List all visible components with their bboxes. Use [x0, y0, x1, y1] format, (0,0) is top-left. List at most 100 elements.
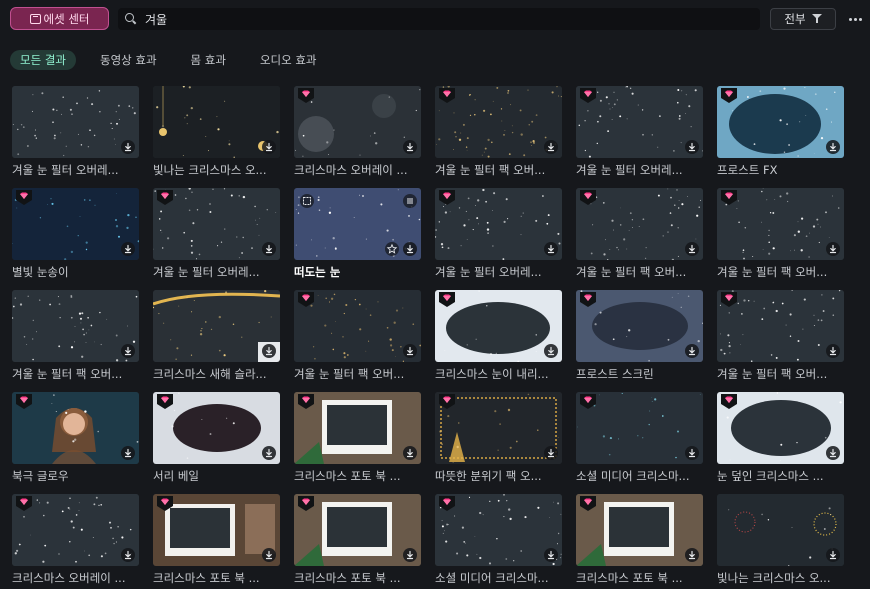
effect-thumbnail[interactable] — [294, 290, 421, 362]
download-icon[interactable] — [544, 344, 558, 358]
effect-thumbnail[interactable] — [294, 188, 421, 260]
effect-card[interactable]: 소셜 미디어 크리스마... — [576, 392, 703, 483]
download-icon[interactable] — [685, 548, 699, 562]
download-icon[interactable] — [685, 446, 699, 460]
favorite-star-icon[interactable] — [385, 242, 399, 256]
effect-thumbnail[interactable] — [576, 290, 703, 362]
effect-card[interactable]: 크리스마스 눈이 내리... — [435, 290, 562, 381]
effect-card[interactable]: 크리스마스 포토 북 ... — [294, 392, 421, 483]
download-icon[interactable] — [544, 446, 558, 460]
download-icon[interactable] — [403, 242, 417, 256]
effect-thumbnail[interactable] — [12, 86, 139, 158]
effect-thumbnail[interactable] — [12, 188, 139, 260]
effect-card[interactable]: 빛나는 크리스마스 오... — [717, 494, 844, 585]
download-icon[interactable] — [121, 548, 135, 562]
effect-card[interactable]: 크리스마스 포토 북 ... — [576, 494, 703, 585]
download-icon[interactable] — [262, 548, 276, 562]
effect-thumbnail[interactable] — [717, 290, 844, 362]
effect-card[interactable]: 프로스트 스크린 — [576, 290, 703, 381]
download-icon[interactable] — [403, 344, 417, 358]
effect-thumbnail[interactable] — [294, 494, 421, 566]
effect-card[interactable]: 겨울 눈 필터 팩 오버... — [717, 188, 844, 279]
effect-card[interactable]: 눈 덮인 크리스마스 ... — [717, 392, 844, 483]
search-bar[interactable] — [118, 8, 760, 30]
effect-thumbnail[interactable] — [576, 86, 703, 158]
download-icon[interactable] — [262, 344, 276, 358]
filter-button[interactable]: 전부 — [770, 8, 836, 30]
effect-card[interactable]: 별빛 눈송이 — [12, 188, 139, 279]
effect-card[interactable]: 크리스마스 새해 슬라... — [153, 290, 280, 381]
download-icon[interactable] — [685, 242, 699, 256]
download-icon[interactable] — [121, 446, 135, 460]
tab-video-effects[interactable]: 동영상 효과 — [90, 50, 167, 70]
download-icon[interactable] — [826, 344, 840, 358]
effect-thumbnail[interactable] — [717, 494, 844, 566]
effect-card[interactable]: 빛나는 크리스마스 오... — [153, 86, 280, 177]
preview-icon[interactable] — [300, 194, 314, 208]
effect-thumbnail[interactable] — [435, 494, 562, 566]
effect-card[interactable]: 프로스트 FX — [717, 86, 844, 177]
effect-thumbnail[interactable] — [717, 392, 844, 464]
effect-thumbnail[interactable] — [153, 392, 280, 464]
effect-card[interactable]: 겨울 눈 필터 오버레... — [153, 188, 280, 279]
tab-body-effects[interactable]: 몸 효과 — [181, 50, 236, 70]
effect-thumbnail[interactable] — [435, 290, 562, 362]
effect-thumbnail[interactable] — [435, 392, 562, 464]
download-icon[interactable] — [544, 242, 558, 256]
effect-thumbnail[interactable] — [435, 188, 562, 260]
effect-card[interactable]: 겨울 눈 필터 팩 오버... — [576, 188, 703, 279]
download-icon[interactable] — [121, 344, 135, 358]
effect-thumbnail[interactable] — [153, 290, 280, 362]
effect-card[interactable]: 겨울 눈 필터 오버레... — [576, 86, 703, 177]
download-icon[interactable] — [403, 140, 417, 154]
effect-card[interactable]: 겨울 눈 필터 오버레... — [435, 188, 562, 279]
more-options-button[interactable] — [845, 11, 865, 27]
effect-thumbnail[interactable] — [717, 188, 844, 260]
download-icon[interactable] — [826, 446, 840, 460]
effect-card[interactable]: 떠도는 눈 — [294, 188, 421, 279]
effect-card[interactable]: 겨울 눈 필터 팩 오버... — [435, 86, 562, 177]
effect-thumbnail[interactable] — [576, 392, 703, 464]
download-icon[interactable] — [262, 140, 276, 154]
asset-center-button[interactable]: 에셋 센터 — [10, 7, 109, 30]
download-icon[interactable] — [544, 548, 558, 562]
download-icon[interactable] — [544, 140, 558, 154]
effect-card[interactable]: 겨울 눈 필터 팩 오버... — [717, 290, 844, 381]
effect-thumbnail[interactable] — [12, 392, 139, 464]
download-icon[interactable] — [262, 242, 276, 256]
effect-card[interactable]: 크리스마스 오버레이 ... — [12, 494, 139, 585]
effect-card[interactable]: 따뜻한 분위기 팩 오... — [435, 392, 562, 483]
effect-card[interactable]: 소셜 미디어 크리스마... — [435, 494, 562, 585]
effect-thumbnail[interactable] — [576, 188, 703, 260]
effect-card[interactable]: 크리스마스 포토 북 ... — [294, 494, 421, 585]
download-icon[interactable] — [262, 446, 276, 460]
effect-card[interactable]: 겨울 눈 필터 팩 오버... — [12, 290, 139, 381]
effect-thumbnail[interactable] — [435, 86, 562, 158]
effect-thumbnail[interactable] — [153, 188, 280, 260]
download-icon[interactable] — [826, 548, 840, 562]
download-icon[interactable] — [826, 140, 840, 154]
effect-thumbnail[interactable] — [153, 86, 280, 158]
download-icon[interactable] — [403, 548, 417, 562]
download-icon[interactable] — [826, 242, 840, 256]
effect-thumbnail[interactable] — [294, 86, 421, 158]
search-input[interactable] — [145, 12, 745, 26]
tab-audio-effects[interactable]: 오디오 효과 — [250, 50, 327, 70]
download-icon[interactable] — [121, 140, 135, 154]
effect-thumbnail[interactable] — [717, 86, 844, 158]
menu-icon[interactable] — [403, 194, 417, 208]
effect-card[interactable]: 서리 베일 — [153, 392, 280, 483]
effect-thumbnail[interactable] — [294, 392, 421, 464]
effect-card[interactable]: 크리스마스 오버레이 ... — [294, 86, 421, 177]
download-icon[interactable] — [685, 140, 699, 154]
effect-card[interactable]: 겨울 눈 필터 팩 오버... — [294, 290, 421, 381]
effect-card[interactable]: 북극 글로우 — [12, 392, 139, 483]
download-icon[interactable] — [685, 344, 699, 358]
effect-thumbnail[interactable] — [576, 494, 703, 566]
effect-card[interactable]: 겨울 눈 필터 오버레... — [12, 86, 139, 177]
download-icon[interactable] — [121, 242, 135, 256]
download-icon[interactable] — [403, 446, 417, 460]
effect-thumbnail[interactable] — [153, 494, 280, 566]
tab-all-results[interactable]: 모든 결과 — [10, 50, 76, 70]
effect-thumbnail[interactable] — [12, 494, 139, 566]
